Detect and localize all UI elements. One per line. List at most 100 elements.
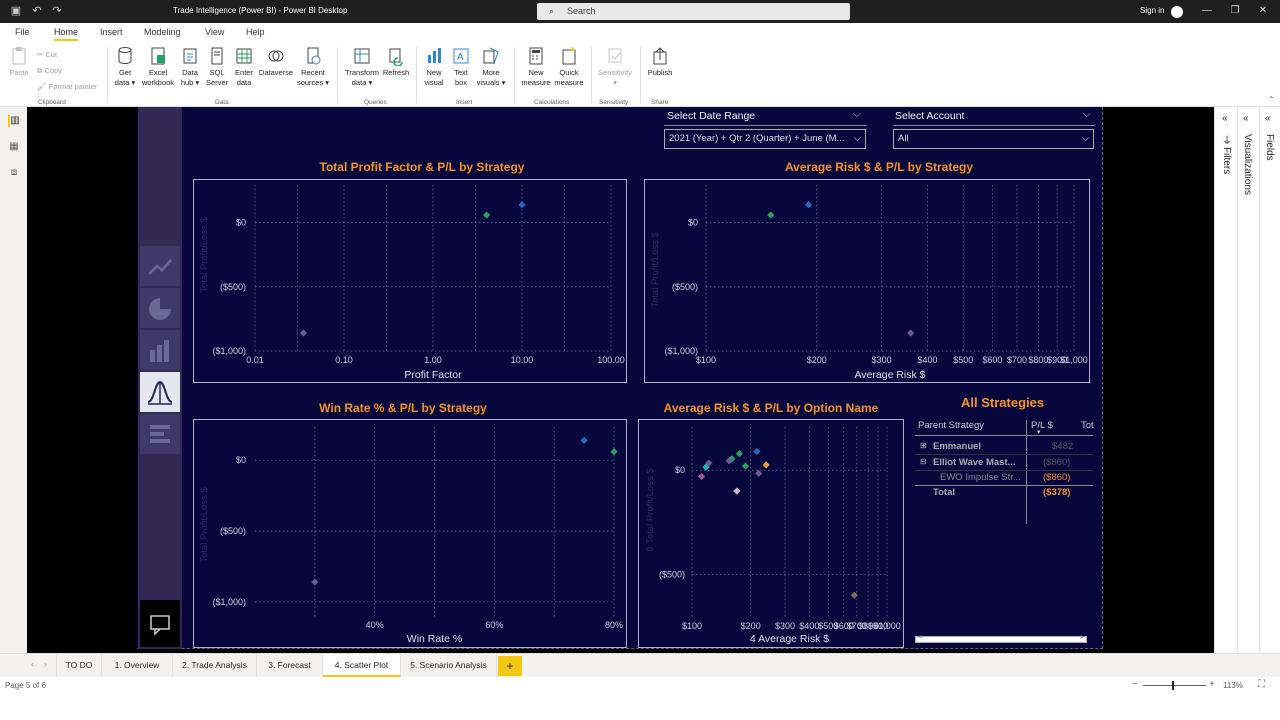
y-tick-label: $0 (675, 465, 685, 475)
y-axis-title: Total Profit/Loss $ (199, 217, 210, 293)
y-tick-label: ($1,000) (212, 346, 246, 356)
scroll-left-icon[interactable]: < (918, 634, 922, 641)
y-tick-label: ($500) (220, 282, 246, 292)
filters-pane-tab[interactable]: Filters (1221, 147, 1232, 174)
data-point (735, 449, 743, 458)
tab-scroll-left-icon[interactable]: ‹ (31, 659, 34, 669)
collapse-icon[interactable]: ⊟ (920, 457, 927, 466)
matrix-row-value: ($860) (1043, 457, 1071, 468)
matrix-row-value: ($860) (1043, 472, 1071, 483)
y-tick-label: ($500) (672, 282, 698, 292)
matrix-row-label: Emmanuel (933, 441, 982, 452)
y-axis-title: Total Profit/Loss $ (199, 487, 210, 563)
zoom-slider-thumb[interactable] (1172, 681, 1174, 690)
y-tick-label: $0 (236, 218, 246, 228)
matrix-horizontal-scrollbar[interactable]: < > (915, 634, 1087, 643)
x-axis-title: 4 Average Risk $ (750, 633, 829, 645)
x-tick-label: 40% (366, 620, 384, 630)
x-tick-label: 1.00 (424, 355, 442, 365)
x-tick-label: 10.00 (511, 355, 534, 365)
visualizations-pane-tab[interactable]: Visualizations (1242, 134, 1253, 195)
x-tick-label: $300 (872, 355, 892, 365)
zoom-slider[interactable] (1143, 685, 1206, 686)
x-tick-label: 0.01 (246, 355, 264, 365)
page-tab[interactable]: TO DO (56, 654, 102, 677)
data-point (767, 211, 775, 219)
zoom-level: 113% (1223, 681, 1243, 690)
x-tick-label: $100 (696, 355, 716, 365)
tab-scroll-right-icon[interactable]: › (44, 659, 47, 669)
matrix-column-line (1026, 420, 1027, 524)
matrix-header-strategy[interactable]: Parent Strategy (918, 420, 984, 431)
x-tick-label: $200 (807, 355, 827, 365)
x-tick-label: 60% (485, 620, 503, 630)
y-axis-title: 0 Total Profit/Loss $ (645, 468, 656, 552)
expand-icon[interactable]: ⊞ (920, 441, 927, 450)
scroll-right-icon[interactable]: > (1080, 634, 1084, 641)
chevron-left-icon[interactable]: « (1265, 113, 1271, 124)
data-point (299, 329, 308, 337)
x-tick-label: $700 (1007, 355, 1027, 365)
matrix-header-line (915, 435, 1093, 436)
page-tab[interactable]: 2. Trade Analysis (173, 654, 257, 677)
matrix-total-value: ($378) (1043, 487, 1071, 498)
matrix-row-divider (915, 470, 1093, 471)
x-tick-label: $400 (799, 621, 819, 631)
x-tick-label: $1,000 (873, 621, 901, 631)
x-tick-label: $100 (682, 621, 702, 631)
y-axis-title: Total Profit/Loss $ (650, 232, 661, 308)
add-page-button[interactable]: + (498, 656, 522, 676)
matrix-row-divider (915, 454, 1093, 455)
x-tick-label: 0.10 (335, 355, 353, 365)
data-point (907, 329, 915, 337)
y-tick-label: $0 (236, 455, 246, 465)
all-strategies-matrix[interactable]: All Strategies Parent Strategy P/L $ ▾ T… (915, 395, 1095, 645)
x-tick-label: $200 (741, 621, 761, 631)
data-point (850, 591, 858, 599)
matrix-title: All Strategies (961, 395, 1045, 410)
taskbar-strip (0, 695, 1280, 720)
y-tick-label: $0 (688, 218, 698, 228)
fit-to-page-icon[interactable]: ⛶ (1258, 679, 1265, 690)
data-point (762, 461, 770, 469)
x-tick-label: $600 (982, 355, 1002, 365)
data-point (804, 201, 813, 209)
data-point (311, 578, 319, 586)
matrix-header-total[interactable]: Tot (1081, 420, 1094, 431)
x-axis-title: Win Rate % (407, 633, 462, 645)
data-point (697, 472, 706, 481)
pane-divider (1259, 107, 1260, 653)
fields-pane-tab[interactable]: Fields (1264, 134, 1275, 161)
page-tab[interactable]: 1. Overview (102, 654, 173, 677)
y-tick-label: ($1,000) (664, 346, 698, 356)
data-point (733, 487, 741, 495)
x-tick-label: 100.00 (597, 355, 625, 365)
page-tab[interactable]: 5. Scenario Analysis (401, 654, 497, 677)
zoom-in-icon[interactable]: + (1209, 679, 1215, 690)
matrix-header-pl[interactable]: P/L $ (1031, 420, 1053, 431)
data-point (518, 201, 526, 209)
data-point (580, 436, 588, 445)
data-point (755, 469, 763, 477)
chevron-left-icon[interactable]: « (1243, 113, 1249, 124)
x-tick-label: $300 (775, 621, 795, 631)
x-tick-label: $400 (918, 355, 938, 365)
zoom-out-icon[interactable]: − (1132, 679, 1138, 690)
matrix-row-value: $482 (1052, 441, 1074, 452)
status-bar: Page 5 of 6 − + 113% ⛶ (0, 677, 1280, 695)
filter-icon: ⏚ (1222, 136, 1232, 147)
page-tab[interactable]: 3. Forecast (257, 654, 323, 677)
data-point (482, 211, 491, 219)
x-tick-label: $500 (953, 355, 973, 365)
data-point (753, 447, 761, 456)
x-tick-label: $800 (1028, 355, 1048, 365)
matrix-row-label: EWO Impulse Str... (940, 472, 1021, 483)
data-point (610, 448, 618, 456)
x-tick-label: 80% (605, 620, 623, 630)
x-axis-title: Profit Factor (404, 369, 462, 381)
chevron-left-icon[interactable]: « (1222, 113, 1228, 124)
page-tab-bar: ‹ › TO DO 1. Overview 2. Trade Analysis … (0, 653, 1280, 677)
data-point (741, 462, 750, 470)
page-tab-active[interactable]: 4. Scatter Plot (323, 654, 401, 677)
page-indicator: Page 5 of 6 (5, 681, 46, 690)
